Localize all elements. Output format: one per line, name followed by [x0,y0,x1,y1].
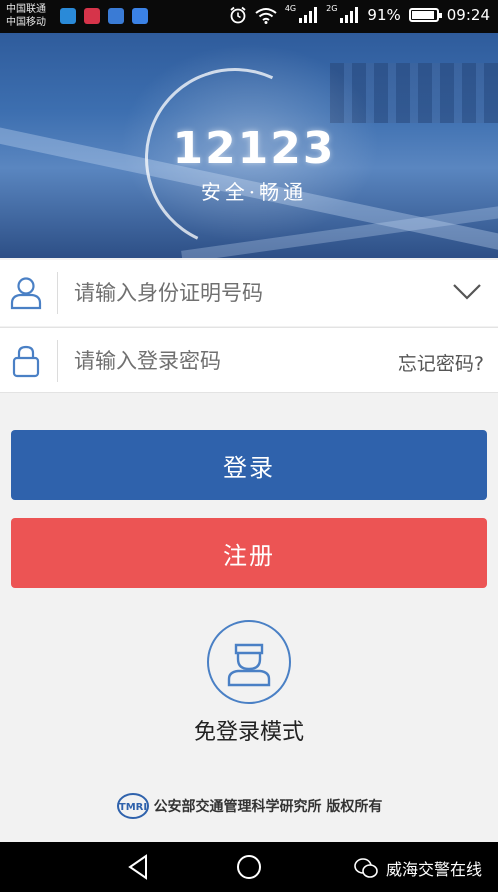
guest-mode-button[interactable]: 免登录模式 [0,620,498,746]
network-type-1: 4G [284,4,297,13]
guest-mode-circle[interactable] [207,620,291,704]
system-icons: 4G 2G 91% 09:24 [229,4,490,24]
guest-mode-label: 免登录模式 [193,720,304,745]
tmri-logo: TMRI [116,793,149,819]
carrier-1: 中国联通 [6,4,46,15]
app-notification-icon [108,8,124,24]
login-button[interactable]: 登录 [11,430,487,500]
network-type-2: 2G [326,4,338,13]
officer-icon [227,643,271,687]
id-number-input[interactable] [74,272,374,314]
wechat-icon [354,858,378,878]
id-number-row [0,260,498,326]
alarm-icon [230,6,246,24]
signal-icon [299,7,318,23]
status-bar: 中国联通 中国移动 4G 2G 91% 09:24 [0,0,498,33]
watermark: 威海交警在线 [354,856,482,880]
password-input[interactable] [74,340,374,382]
back-icon[interactable] [125,853,153,881]
clock: 09:24 [446,6,490,24]
app-notification-icon [84,8,100,24]
signal-icon [340,7,359,23]
battery-icon [408,8,442,22]
register-button[interactable]: 注册 [11,518,487,588]
wifi-icon [255,7,277,24]
watermark-text: 威海交警在线 [385,860,482,879]
app-notification-icon [132,8,148,24]
lock-icon [12,345,40,378]
app-notification-icon [60,8,76,24]
home-icon[interactable] [235,853,263,881]
app-slogan: 安全·畅通 [200,180,308,204]
copyright-text: 公安部交通管理科学研究所 版权所有 [153,799,383,815]
system-nav-bar: 威海交警在线 [0,842,498,892]
chevron-down-icon[interactable] [452,282,482,302]
notification-icons [60,8,148,24]
carrier-2: 中国移动 [6,17,46,28]
password-row: 忘记密码? [0,327,498,393]
hero-banner: 12123 安全·畅通 [0,33,498,258]
divider [57,340,58,382]
app-logo-number: 12123 [172,123,336,174]
forgot-password-link[interactable]: 忘记密码? [398,349,484,376]
carrier-labels: 中国联通 中国移动 [6,3,46,29]
battery-percent: 91% [367,6,401,24]
user-icon [10,277,42,310]
copyright-footer: TMRI 公安部交通管理科学研究所 版权所有 [0,792,498,820]
tmri-logo-text: TMRI [118,802,146,813]
divider [57,272,58,314]
